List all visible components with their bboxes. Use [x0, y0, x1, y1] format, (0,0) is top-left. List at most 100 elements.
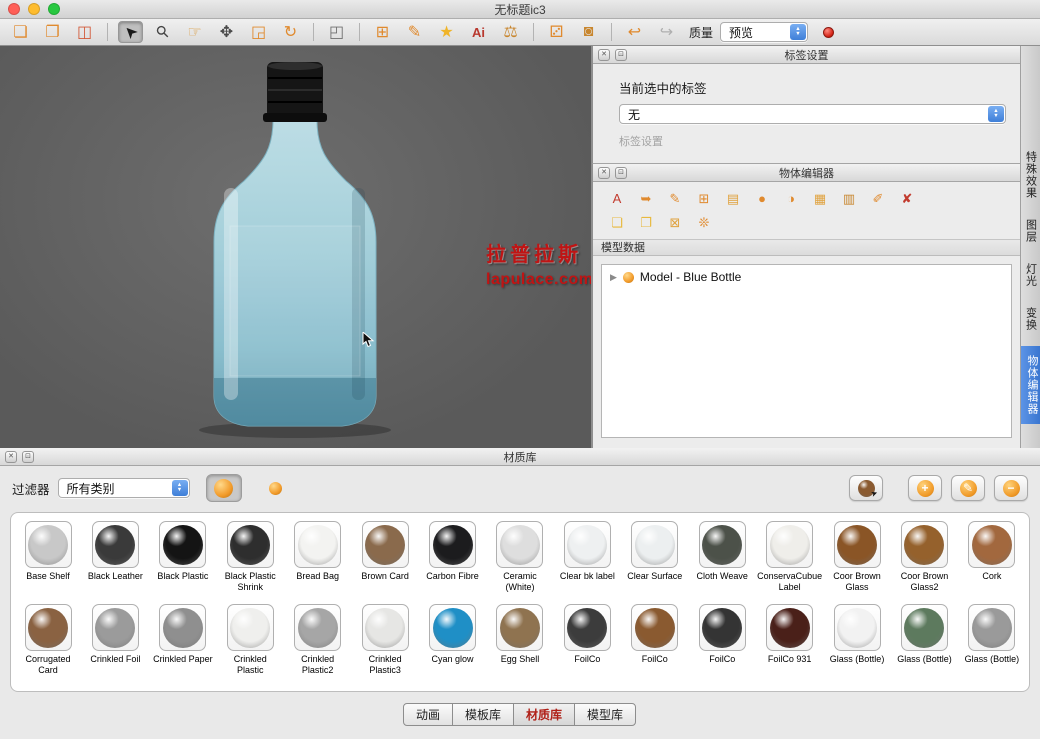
note-icon[interactable]: ▤: [723, 190, 743, 207]
frame-object-tool[interactable]: ◲: [246, 21, 271, 43]
close-panel-icon[interactable]: ✕: [5, 451, 17, 463]
models-tool[interactable]: ⚂: [544, 21, 569, 43]
material-swatch[interactable]: Egg Shell: [489, 604, 551, 675]
collapse-panel-icon[interactable]: ⊡: [615, 49, 627, 61]
add-folder-icon[interactable]: ❏: [607, 214, 627, 231]
material-swatch[interactable]: Corrugated Card: [17, 604, 79, 675]
material-swatch[interactable]: Black Plastic: [152, 521, 214, 592]
material-swatch[interactable]: FoilCo: [556, 604, 618, 675]
pick-material-button[interactable]: ➤: [849, 475, 883, 501]
material-swatch[interactable]: Clear bk label: [556, 521, 618, 592]
material-swatch[interactable]: Base Shelf: [17, 521, 79, 592]
side-tab-1[interactable]: 特殊效果: [1023, 146, 1039, 204]
material-swatch[interactable]: Coor Brown Glass: [826, 521, 888, 592]
sphere-view-toggle[interactable]: [206, 474, 242, 502]
zoom-tool[interactable]: ⚲: [150, 21, 175, 43]
effects-tool[interactable]: ★: [434, 21, 459, 43]
disclosure-triangle-icon[interactable]: ▶: [610, 272, 617, 283]
material-swatch[interactable]: Black Plastic Shrink: [219, 521, 281, 592]
spray-icon[interactable]: ❊: [694, 214, 714, 231]
material-swatch[interactable]: Crinkled Foil: [84, 604, 146, 675]
folder-icon[interactable]: ❐: [636, 214, 656, 231]
material-swatch[interactable]: Clear Surface: [624, 521, 686, 592]
close-panel-icon[interactable]: ✕: [598, 167, 610, 179]
measure-tool[interactable]: ⚖: [498, 21, 523, 43]
material-swatch[interactable]: FoilCo: [691, 604, 753, 675]
bottom-tab-1[interactable]: 动画: [403, 703, 453, 726]
collapse-panel-icon[interactable]: ⊡: [615, 167, 627, 179]
material-swatch[interactable]: Crinkled Plastic3: [354, 604, 416, 675]
record-indicator[interactable]: [823, 27, 834, 38]
material-swatch[interactable]: Cork: [961, 521, 1023, 592]
annotate-tool[interactable]: ✎: [402, 21, 427, 43]
material-swatch[interactable]: Black Leather: [84, 521, 146, 592]
material-swatch[interactable]: Carbon Fibre: [422, 521, 484, 592]
material-swatch[interactable]: Glass (Bottle): [826, 604, 888, 675]
texture-icon[interactable]: ▦: [810, 190, 830, 207]
section-tool[interactable]: ◰: [324, 21, 349, 43]
save-button[interactable]: ◫: [72, 21, 97, 43]
material-swatch[interactable]: ConservaCubue Label: [759, 521, 821, 592]
pen-icon[interactable]: ✐: [868, 190, 888, 207]
material-swatch[interactable]: Crinkled Paper: [152, 604, 214, 675]
blue-bottle-model[interactable]: [150, 58, 440, 448]
label-text-icon[interactable]: A: [607, 190, 627, 207]
redo-button[interactable]: ↪: [654, 21, 679, 43]
text-tool[interactable]: Ai: [466, 21, 491, 43]
side-tab-3[interactable]: 灯光: [1023, 258, 1039, 292]
paint-icon[interactable]: ✎: [665, 190, 685, 207]
quality-dropdown[interactable]: 预览 ▲▼: [720, 22, 808, 42]
select-tool[interactable]: ➤: [118, 21, 143, 43]
category-filter-dropdown[interactable]: 所有类别 ▲▼: [58, 478, 190, 498]
side-tab-2[interactable]: 图层: [1023, 214, 1039, 248]
label-select-dropdown[interactable]: 无 ▲▼: [619, 104, 1006, 124]
zoom-window-button[interactable]: [48, 3, 60, 15]
material-swatch[interactable]: Glass (Bottle): [961, 604, 1023, 675]
small-sphere-view-toggle[interactable]: [258, 474, 294, 502]
new-document-button[interactable]: ❏: [8, 21, 33, 43]
export-icon[interactable]: ➥: [636, 190, 656, 207]
remove-material-button[interactable]: −: [994, 475, 1028, 501]
move-tool[interactable]: ✥: [214, 21, 239, 43]
add-frame-icon[interactable]: ⊞: [694, 190, 714, 207]
material-swatch[interactable]: Ceramic (White): [489, 521, 551, 592]
material-swatch[interactable]: FoilCo: [624, 604, 686, 675]
material-thumb: [564, 604, 611, 651]
remove-frame-icon[interactable]: ⊠: [665, 214, 685, 231]
close-panel-icon[interactable]: ✕: [598, 49, 610, 61]
trash-icon[interactable]: ✘: [897, 190, 917, 207]
viewport-3d[interactable]: 拉普拉斯 lapulace.com: [0, 46, 592, 448]
material-swatch[interactable]: Cloth Weave: [691, 521, 753, 592]
material-swatch[interactable]: Coor Brown Glass2: [893, 521, 955, 592]
undo-button[interactable]: ↩: [622, 21, 647, 43]
material-swatch[interactable]: Crinkled Plastic: [219, 604, 281, 675]
bottom-tab-2[interactable]: 模板库: [452, 703, 514, 726]
material-label: Coor Brown Glass2: [893, 571, 955, 592]
material-thumb: [25, 604, 72, 651]
bottom-tab-3[interactable]: 材质库: [513, 703, 575, 726]
material-swatch[interactable]: Brown Card: [354, 521, 416, 592]
camera-tool[interactable]: ◙: [576, 21, 601, 43]
tree-item-blue-bottle[interactable]: ▶ Model - Blue Bottle: [602, 265, 1011, 289]
material-swatch[interactable]: FoilCo 931: [759, 604, 821, 675]
watermark-url: lapulace.com: [486, 271, 592, 289]
film-icon[interactable]: ▥: [839, 190, 859, 207]
open-button[interactable]: ❐: [40, 21, 65, 43]
orbit-tool[interactable]: ↻: [278, 21, 303, 43]
minimize-window-button[interactable]: [28, 3, 40, 15]
close-window-button[interactable]: [8, 3, 20, 15]
side-tab-4[interactable]: 变换: [1023, 302, 1039, 336]
edit-material-button[interactable]: ✎: [951, 475, 985, 501]
material-swatch[interactable]: Crinkled Plastic2: [287, 604, 349, 675]
sphere-icon[interactable]: ●: [752, 190, 772, 207]
side-tab-5[interactable]: 物体编辑器: [1021, 346, 1040, 424]
add-object-tool[interactable]: ⊞: [370, 21, 395, 43]
add-material-button[interactable]: +: [908, 475, 942, 501]
collapse-panel-icon[interactable]: ⊡: [22, 451, 34, 463]
half-sphere-icon[interactable]: ◑: [781, 190, 801, 207]
pan-tool[interactable]: ☞: [182, 21, 207, 43]
bottom-tab-4[interactable]: 模型库: [574, 703, 636, 726]
material-swatch[interactable]: Cyan glow: [422, 604, 484, 675]
material-swatch[interactable]: Glass (Bottle): [893, 604, 955, 675]
material-swatch[interactable]: Bread Bag: [287, 521, 349, 592]
